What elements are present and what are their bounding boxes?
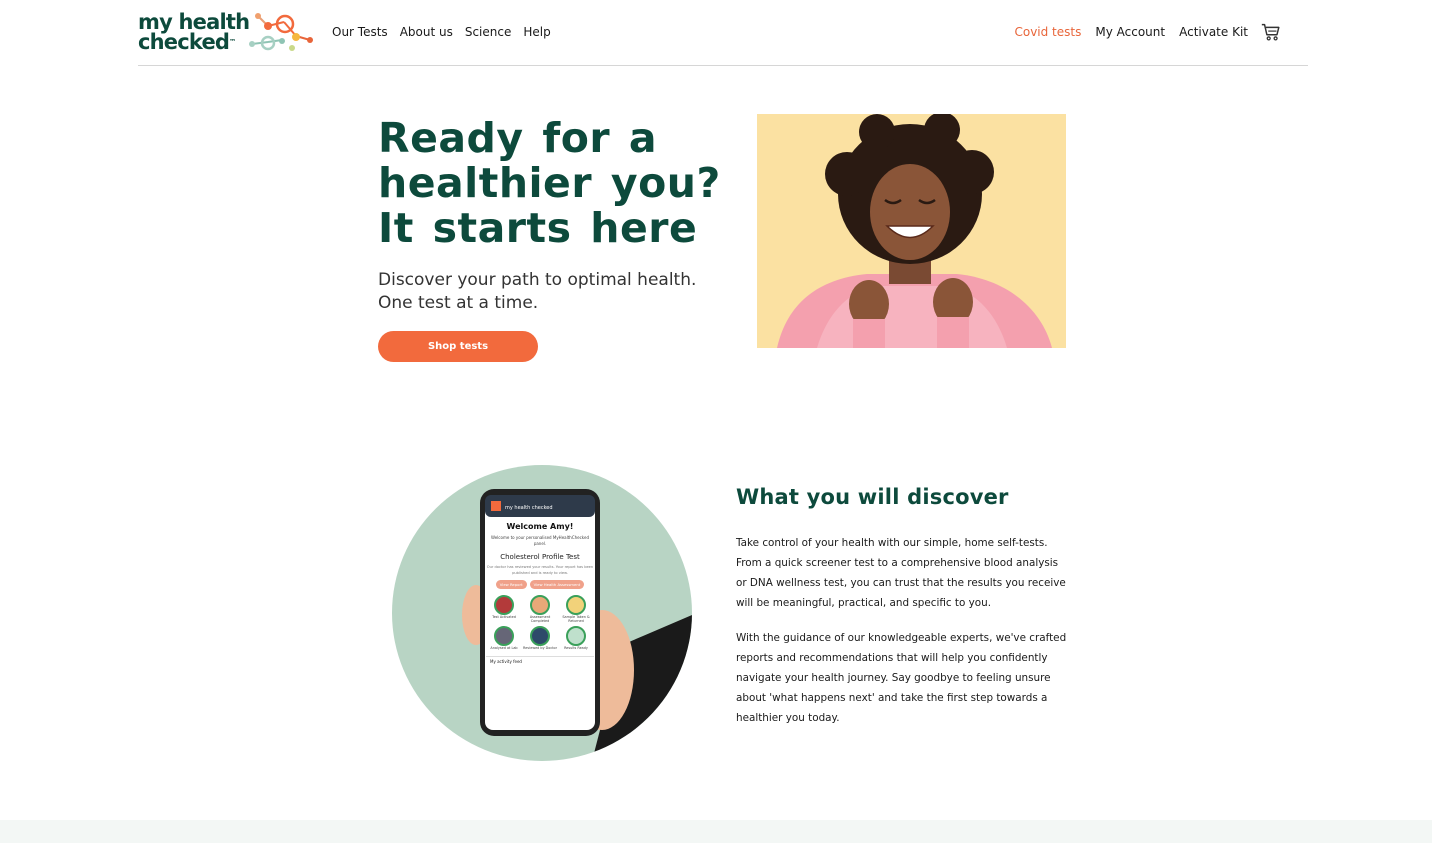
nav-activate-kit[interactable]: Activate Kit [1179, 25, 1248, 39]
phone-view-report-button[interactable]: View Report [495, 580, 527, 589]
shop-tests-button[interactable]: Shop tests [378, 331, 538, 362]
secondary-nav: Covid tests My Account Activate Kit [1000, 25, 1248, 39]
logo-wordmark: my health checked™ [138, 10, 250, 54]
envelope-icon [566, 595, 586, 615]
microscope-icon [494, 626, 514, 646]
step-label: Analysed at Lab [490, 646, 518, 650]
hero-image [757, 114, 1066, 348]
discover-title: What you will discover [736, 485, 1009, 509]
test-tube-icon [494, 595, 514, 615]
clipboard-icon [530, 595, 550, 615]
svg-text:my health checked: my health checked [505, 505, 553, 511]
footer-band [0, 820, 1432, 843]
phone-screen: Welcome Amy! Welcome to your personalise… [486, 522, 594, 664]
doctor-icon [530, 626, 550, 646]
nav-our-tests[interactable]: Our Tests [332, 25, 388, 39]
primary-nav: Our Tests About us Science Help [332, 25, 563, 39]
step-label: Assessment Completed [529, 615, 551, 623]
step-test-activated: Test Activated [486, 595, 522, 623]
site-header: my health checked™ Our Tests About us Sc… [138, 0, 1308, 66]
logo-line-2: checked [138, 30, 230, 54]
hero-title: Ready for a healthier you? It starts her… [378, 116, 738, 251]
nav-science[interactable]: Science [465, 25, 512, 39]
nav-my-account[interactable]: My Account [1095, 25, 1165, 39]
phone-note: Our doctor has reviewed your results. Yo… [486, 565, 594, 575]
hero-title-line-2: healthier you? [378, 159, 721, 207]
discover-paragraph-2: With the guidance of our knowledgeable e… [736, 632, 1067, 724]
step-label: Reviewed by Doctor [523, 646, 557, 650]
phone-progress-steps: Test Activated Assessment Completed Samp… [486, 595, 594, 650]
hero-title-line-3: It starts here [378, 204, 698, 252]
nav-help[interactable]: Help [523, 25, 550, 39]
logo-tm: ™ [229, 38, 237, 46]
phone-test-name: Cholesterol Profile Test [500, 553, 580, 561]
cart-icon[interactable] [1260, 21, 1282, 43]
excited-woman-illustration [757, 114, 1066, 348]
step-label: Sample Taken & Returned [562, 615, 590, 623]
nav-covid-tests[interactable]: Covid tests [1014, 25, 1081, 39]
step-label: Results Ready [564, 646, 588, 650]
phone-activity-feed[interactable]: My activity feed [486, 656, 594, 664]
phone-welcome-sub: Welcome to your personalised MyHealthChe… [491, 535, 589, 546]
discover-paragraph-1: Take control of your health with our sim… [736, 537, 1066, 609]
phone-welcome: Welcome Amy! [506, 522, 574, 531]
step-results-ready: Results Ready [558, 626, 594, 650]
molecule-logo-icon [249, 13, 313, 51]
brand-logo[interactable]: my health checked™ [138, 10, 318, 56]
hero-title-line-1: Ready for a [378, 114, 658, 162]
document-icon [566, 626, 586, 646]
step-sample-returned: Sample Taken & Returned [558, 595, 594, 623]
step-assessment-completed: Assessment Completed [522, 595, 558, 623]
step-analysed-at-lab: Analysed at Lab [486, 626, 522, 650]
logo-line-1: my health [138, 10, 250, 34]
phone-view-assessment-button[interactable]: View Health Assessment [529, 580, 585, 589]
nav-about-us[interactable]: About us [400, 25, 453, 39]
app-phone-image: my health checked Welcome Amy! Welcome t… [392, 465, 692, 761]
step-reviewed-by-doctor: Reviewed by Doctor [522, 626, 558, 650]
hero-subtitle: Discover your path to optimal health. On… [378, 270, 697, 313]
step-label: Test Activated [492, 615, 516, 619]
